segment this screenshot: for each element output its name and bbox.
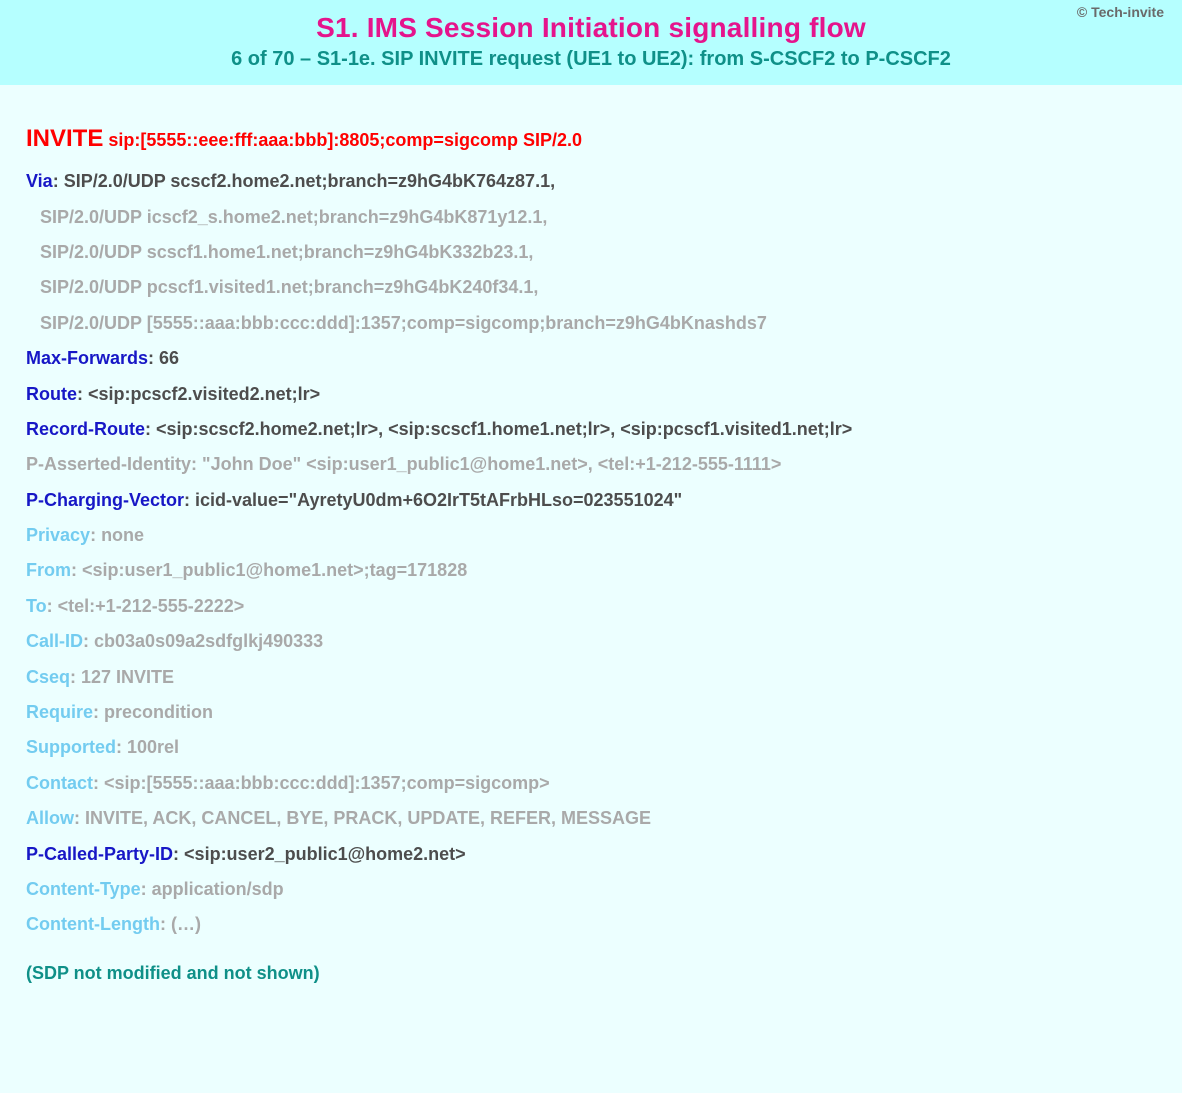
privacy-header: Privacy: none bbox=[26, 524, 1156, 547]
via-first: SIP/2.0/UDP scscf2.home2.net;branch=z9hG… bbox=[64, 171, 555, 191]
max-forwards-label: Max-Forwards bbox=[26, 348, 148, 368]
via-label: Via bbox=[26, 171, 53, 191]
content-length-value: (…) bbox=[171, 914, 201, 934]
privacy-label: Privacy bbox=[26, 525, 90, 545]
call-id-value: cb03a0s09a2sdfglkj490333 bbox=[94, 631, 323, 651]
allow-value: INVITE, ACK, CANCEL, BYE, PRACK, UPDATE,… bbox=[85, 808, 651, 828]
contact-label: Contact bbox=[26, 773, 93, 793]
p-charging-vector-label: P-Charging-Vector bbox=[26, 490, 184, 510]
record-route-value: <sip:scscf2.home2.net;lr>, <sip:scscf1.h… bbox=[156, 419, 852, 439]
contact-value: <sip:[5555::aaa:bbb:ccc:ddd]:1357;comp=s… bbox=[104, 773, 550, 793]
cseq-header: Cseq: 127 INVITE bbox=[26, 666, 1156, 689]
cseq-label: Cseq bbox=[26, 667, 70, 687]
content-length-header: Content-Length: (…) bbox=[26, 913, 1156, 936]
require-label: Require bbox=[26, 702, 93, 722]
p-called-party-id-header: P-Called-Party-ID: <sip:user2_public1@ho… bbox=[26, 843, 1156, 866]
page-subtitle: 6 of 70 – S1-1e. SIP INVITE request (UE1… bbox=[20, 48, 1162, 71]
p-charging-vector-value: icid-value="AyretyU0dm+6O2IrT5tAFrbHLso=… bbox=[195, 490, 682, 510]
via-cont-4: SIP/2.0/UDP [5555::aaa:bbb:ccc:ddd]:1357… bbox=[26, 312, 1156, 335]
sdp-note: (SDP not modified and not shown) bbox=[26, 963, 1156, 984]
sip-method: INVITE bbox=[26, 125, 103, 152]
p-asserted-identity-value: "John Doe" <sip:user1_public1@home1.net>… bbox=[202, 454, 781, 474]
to-label: To bbox=[26, 596, 47, 616]
via-cont-1: SIP/2.0/UDP icscf2_s.home2.net;branch=z9… bbox=[26, 206, 1156, 229]
page-title: S1. IMS Session Initiation signalling fl… bbox=[20, 12, 1162, 44]
content-type-header: Content-Type: application/sdp bbox=[26, 878, 1156, 901]
copyright: © Tech-invite bbox=[1077, 4, 1164, 20]
allow-label: Allow bbox=[26, 808, 74, 828]
via-header: Via: SIP/2.0/UDP scscf2.home2.net;branch… bbox=[26, 170, 1156, 193]
from-header: From: <sip:user1_public1@home1.net>;tag=… bbox=[26, 559, 1156, 582]
from-label: From bbox=[26, 560, 71, 580]
require-header: Require: precondition bbox=[26, 701, 1156, 724]
sip-message: INVITE sip:[5555::eee:fff:aaa:bbb]:8805;… bbox=[0, 85, 1182, 1093]
request-uri: sip:[5555::eee:fff:aaa:bbb]:8805;comp=si… bbox=[108, 130, 582, 150]
via-cont-2: SIP/2.0/UDP scscf1.home1.net;branch=z9hG… bbox=[26, 241, 1156, 264]
call-id-header: Call-ID: cb03a0s09a2sdfglkj490333 bbox=[26, 630, 1156, 653]
request-line: INVITE sip:[5555::eee:fff:aaa:bbb]:8805;… bbox=[26, 123, 1156, 154]
supported-header: Supported: 100rel bbox=[26, 736, 1156, 759]
supported-label: Supported bbox=[26, 737, 116, 757]
record-route-label: Record-Route bbox=[26, 419, 145, 439]
content-type-value: application/sdp bbox=[152, 879, 284, 899]
supported-value: 100rel bbox=[127, 737, 179, 757]
via-cont-3: SIP/2.0/UDP pcscf1.visited1.net;branch=z… bbox=[26, 276, 1156, 299]
route-label: Route bbox=[26, 384, 77, 404]
from-value: <sip:user1_public1@home1.net>;tag=171828 bbox=[82, 560, 467, 580]
max-forwards-value: 66 bbox=[159, 348, 179, 368]
to-header: To: <tel:+1-212-555-2222> bbox=[26, 595, 1156, 618]
call-id-label: Call-ID bbox=[26, 631, 83, 651]
contact-header: Contact: <sip:[5555::aaa:bbb:ccc:ddd]:13… bbox=[26, 772, 1156, 795]
header: © Tech-invite S1. IMS Session Initiation… bbox=[0, 0, 1182, 85]
p-called-party-id-label: P-Called-Party-ID bbox=[26, 844, 173, 864]
p-called-party-id-value: <sip:user2_public1@home2.net> bbox=[184, 844, 466, 864]
content-length-label: Content-Length bbox=[26, 914, 160, 934]
p-charging-vector-header: P-Charging-Vector: icid-value="AyretyU0d… bbox=[26, 489, 1156, 512]
require-value: precondition bbox=[104, 702, 213, 722]
to-value: <tel:+1-212-555-2222> bbox=[58, 596, 245, 616]
route-header: Route: <sip:pcscf2.visited2.net;lr> bbox=[26, 383, 1156, 406]
record-route-header: Record-Route: <sip:scscf2.home2.net;lr>,… bbox=[26, 418, 1156, 441]
max-forwards-header: Max-Forwards: 66 bbox=[26, 347, 1156, 370]
cseq-value: 127 INVITE bbox=[81, 667, 174, 687]
privacy-value: none bbox=[101, 525, 144, 545]
p-asserted-identity-header: P-Asserted-Identity: "John Doe" <sip:use… bbox=[26, 453, 1156, 476]
route-value: <sip:pcscf2.visited2.net;lr> bbox=[88, 384, 320, 404]
content-type-label: Content-Type bbox=[26, 879, 141, 899]
p-asserted-identity-label: P-Asserted-Identity bbox=[26, 454, 191, 474]
allow-header: Allow: INVITE, ACK, CANCEL, BYE, PRACK, … bbox=[26, 807, 1156, 830]
